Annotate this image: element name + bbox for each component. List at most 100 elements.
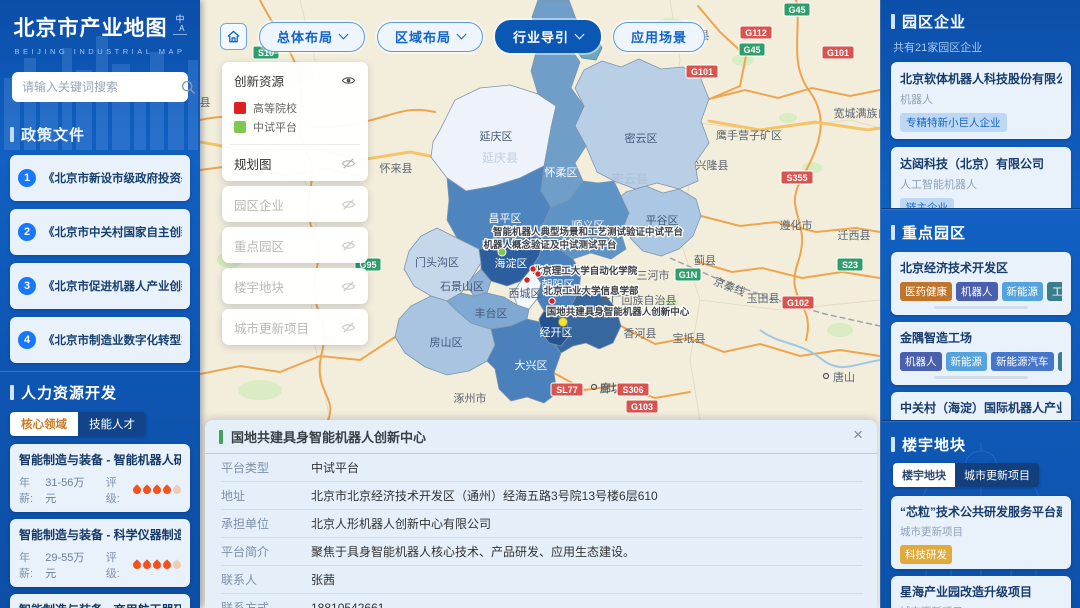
- county-label-xianghe: 香河县: [624, 327, 657, 340]
- policy-item-text: 《北京市新设市级政府投资基金项目...: [43, 170, 182, 186]
- close-icon[interactable]: ×: [853, 426, 863, 443]
- layer-label: 重点园区: [234, 236, 284, 255]
- eye-icon[interactable]: [341, 73, 356, 88]
- tag-scrollbar[interactable]: [934, 306, 1028, 309]
- layer-key-parks[interactable]: 重点园区: [222, 227, 368, 263]
- layer-urban-renewal[interactable]: 城市更新项目: [222, 309, 368, 345]
- app-title: 北京市产业地图: [13, 12, 167, 42]
- buildings-tabs: 楼宇地块 城市更新项目: [893, 463, 1039, 487]
- county-label-jixian: 蓟县: [694, 254, 716, 267]
- detail-value: 中试平台: [311, 459, 359, 476]
- rating-label: 评级:: [106, 549, 129, 581]
- companies-section-header: 园区企业: [891, 11, 1071, 32]
- map-canvas[interactable]: 延庆区 延庆县 怀柔区 密云区 密云县 昌平区 顺义区 平谷区 门头沟区 海淀区…: [200, 0, 880, 608]
- section-accent-bar: [891, 437, 895, 452]
- eye-off-icon[interactable]: [341, 320, 356, 335]
- district-label-mentougou: 门头沟区: [415, 255, 459, 269]
- app-subtitle: BEIJING INDUSTRIAL MAP: [10, 47, 190, 56]
- district-label-daxing: 大兴区: [515, 358, 548, 372]
- chevron-down-icon: [457, 30, 467, 40]
- layer-planning-map[interactable]: 规划图: [222, 145, 368, 181]
- eye-off-icon[interactable]: [341, 156, 356, 171]
- college-marker[interactable]: [524, 277, 530, 283]
- hr-item[interactable]: 智能制造与装备 - 商用航天器研发与... 年薪: 27-49万元 评级:: [10, 594, 190, 608]
- building-card[interactable]: 星海产业园改造升级项目 城市更新项目 集成电路 智能驾驶: [891, 576, 1071, 608]
- section-accent-bar: [10, 385, 14, 400]
- search-icon[interactable]: [181, 80, 196, 95]
- language-toggle-icon[interactable]: 中A: [173, 14, 186, 35]
- nav-overall-layout[interactable]: 总体布局: [259, 22, 365, 52]
- park-name: 北京经济技术开发区: [900, 259, 1062, 276]
- layer-legend: 高等院校 中试平台: [222, 98, 368, 144]
- detail-title: 国地共建具身智能机器人创新中心: [231, 427, 426, 446]
- pilot-platform-marker[interactable]: [498, 248, 506, 256]
- policy-item[interactable]: 2 《北京市中关村国家自主创新示范区...: [10, 209, 190, 255]
- detail-accent-bar: [219, 430, 223, 444]
- sidebar-divider: [0, 371, 200, 372]
- park-tag: 人工智能: [1058, 352, 1063, 371]
- layer-park-companies[interactable]: 园区企业: [222, 186, 368, 222]
- park-card[interactable]: 北京经济技术开发区 医药健康 机器人 新能源 工业互联网: [891, 252, 1071, 315]
- eye-off-icon[interactable]: [341, 279, 356, 294]
- district-label-huairou: 怀柔区: [545, 166, 578, 179]
- park-name: 中关村（海淀）国际机器人产业园: [900, 399, 1062, 416]
- district-label-changping: 昌平区: [489, 212, 522, 225]
- hr-item[interactable]: 智能制造与装备 - 科学仪器制造 年薪: 29-55万元 评级:: [10, 519, 190, 587]
- layer-label: 城市更新项目: [234, 318, 309, 337]
- policy-item[interactable]: 4 《北京市制造业数字化转型实施方案...: [10, 317, 190, 363]
- building-card[interactable]: “芯粒”技术公共研发服务平台建设... 城市更新项目 科技研发: [891, 496, 1071, 569]
- eye-off-icon[interactable]: [341, 197, 356, 212]
- nav-industry-guide[interactable]: 行业导引: [495, 20, 601, 53]
- park-card[interactable]: 金隅智造工场 机器人 新能源 新能源汽车 人工智能: [891, 322, 1071, 385]
- policy-item[interactable]: 1 《北京市新设市级政府投资基金项目...: [10, 155, 190, 201]
- tab-core-fields[interactable]: 核心领域: [10, 412, 78, 436]
- park-card[interactable]: 中关村（海淀）国际机器人产业园 医药健康 机器人 新能源 人工智能: [891, 392, 1071, 420]
- county-label-sanhe: 三河市: [637, 268, 670, 282]
- left-sidebar: 北京市产业地图 中A BEIJING INDUSTRIAL MAP 政策文件 1…: [0, 0, 200, 608]
- road-badge-s355: S355: [781, 171, 813, 184]
- legend-pilot-swatch: [234, 121, 246, 133]
- nav-label: 应用场景: [631, 27, 687, 46]
- company-card[interactable]: 达闼科技（北京）有限公司 人工智能机器人 链主企业: [891, 147, 1071, 208]
- district-label-xicheng: 西城区: [509, 287, 542, 300]
- section-accent-bar: [891, 14, 895, 29]
- eye-off-icon[interactable]: [341, 238, 356, 253]
- layer-innovation-resources[interactable]: 创新资源: [222, 62, 368, 98]
- tag-scrollbar[interactable]: [934, 376, 1028, 379]
- district-label-fangshan: 房山区: [430, 336, 463, 349]
- nav-application-scenarios[interactable]: 应用场景: [613, 22, 705, 52]
- home-button[interactable]: [220, 23, 247, 50]
- companies-count: 共有21家园区企业: [893, 39, 1071, 55]
- road-badge-sl77: SL77: [551, 383, 583, 396]
- college-marker[interactable]: [530, 266, 536, 272]
- layer-building-plots[interactable]: 楼宇地块: [222, 268, 368, 304]
- policy-list: 1 《北京市新设市级政府投资基金项目... 2 《北京市中关村国家自主创新示范区…: [10, 155, 190, 363]
- salary-label: 年薪:: [19, 549, 42, 581]
- road-badge-g45: G45: [739, 43, 765, 56]
- nav-label: 区域布局: [395, 27, 451, 46]
- college-marker[interactable]: [535, 271, 541, 277]
- county-label-huailai: 怀来县: [380, 162, 413, 175]
- tab-building-plots[interactable]: 楼宇地块: [893, 463, 955, 487]
- company-tag: 专精特新小巨人企业: [900, 113, 1007, 132]
- detail-row-intro: 平台简介 聚焦于具身智能机器人核心技术、产品研发、应用生态建设。: [221, 538, 863, 566]
- svg-text:G103: G103: [631, 402, 653, 412]
- tab-skilled-talent[interactable]: 技能人才: [78, 412, 146, 436]
- county-label-qianxi: 迁西县: [838, 229, 871, 242]
- search-input[interactable]: [12, 80, 181, 94]
- policy-item-text: 《北京市促进机器人产业创新发展的...: [43, 278, 182, 294]
- tab-urban-renewal[interactable]: 城市更新项目: [955, 463, 1039, 487]
- salary-value: 29-55万元: [45, 549, 92, 581]
- building-tag: 科技研发: [900, 545, 952, 564]
- svg-text:S355: S355: [786, 173, 807, 183]
- nav-regional-layout[interactable]: 区域布局: [377, 22, 483, 52]
- parks-section-header: 重点园区: [891, 222, 1071, 243]
- college-marker[interactable]: [549, 298, 555, 304]
- hr-item[interactable]: 智能制造与装备 - 智能机器人研发与... 年薪: 31-56万元 评级:: [10, 444, 190, 512]
- selected-platform-marker[interactable]: [559, 318, 568, 327]
- svg-text:G1N: G1N: [679, 270, 698, 280]
- district-label-fengtai: 丰台区: [475, 306, 508, 320]
- detail-panel[interactable]: 国地共建具身智能机器人创新中心 × 平台类型 中试平台 地址 北京市北京经济技术…: [205, 420, 877, 608]
- company-card[interactable]: 北京软体机器人科技股份有限公司 机器人 专精特新小巨人企业: [891, 62, 1071, 139]
- policy-item[interactable]: 3 《北京市促进机器人产业创新发展的...: [10, 263, 190, 309]
